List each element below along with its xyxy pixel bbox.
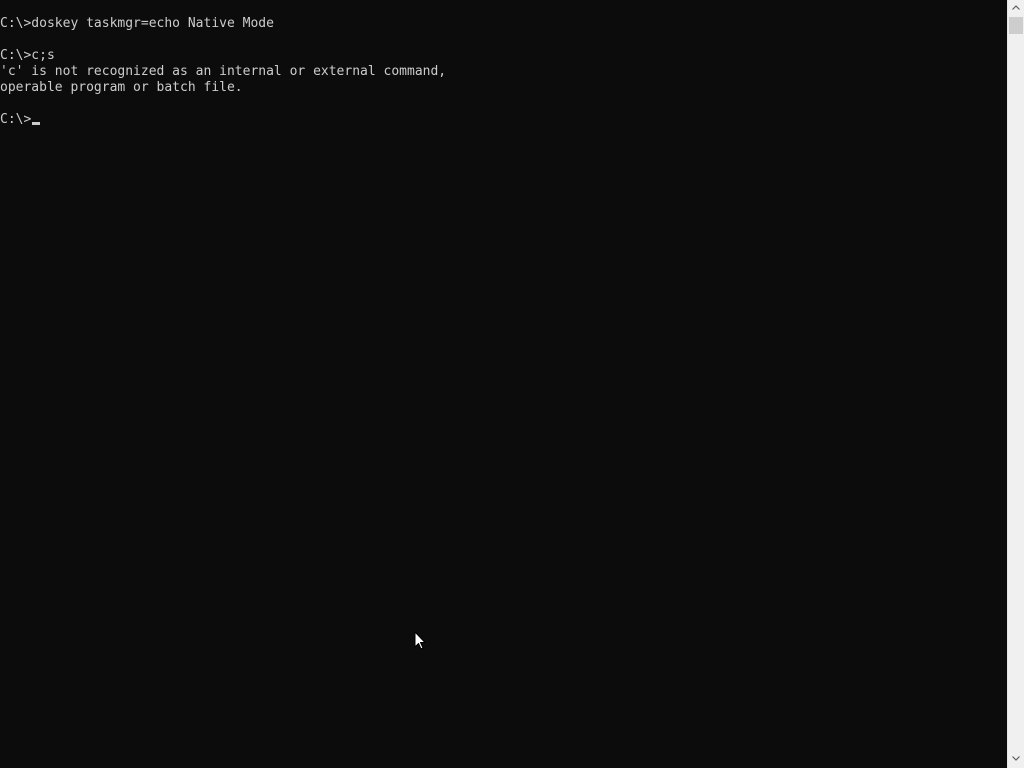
chevron-up-icon (1012, 5, 1020, 10)
console-output: C:\>doskey taskmgr=echo Native Mode C:\>c… (0, 16, 446, 128)
chevron-down-icon (1012, 756, 1020, 761)
console-window[interactable]: C:\>doskey taskmgr=echo Native Mode C:\>c… (0, 0, 1007, 768)
command-line[interactable]: C:\> (0, 112, 446, 128)
vertical-scrollbar[interactable] (1007, 0, 1024, 768)
command-prompt: C:\> (0, 112, 32, 127)
scroll-up-button[interactable] (1008, 0, 1024, 17)
text-cursor (32, 122, 41, 125)
scroll-down-button[interactable] (1008, 751, 1024, 768)
console-line: 'c' is not recognized as an internal or … (0, 64, 447, 79)
console-line: C:\>c;s (0, 48, 55, 63)
console-line: C:\>doskey taskmgr=echo Native Mode (0, 16, 274, 31)
console-line: operable program or batch file. (0, 80, 243, 95)
scroll-thumb[interactable] (1009, 17, 1023, 34)
